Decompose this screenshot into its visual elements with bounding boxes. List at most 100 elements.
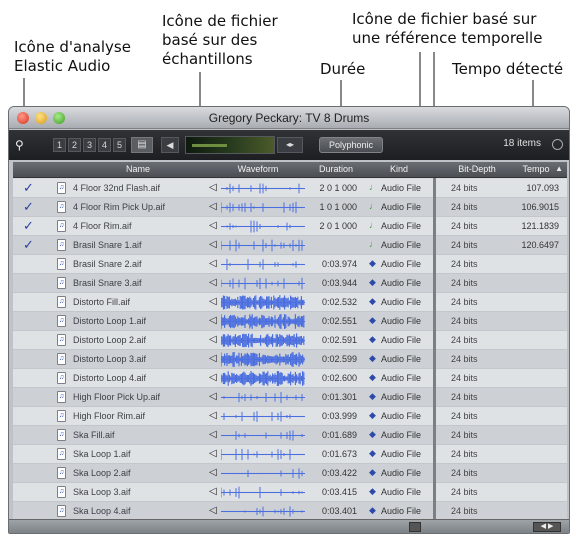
detected-tempo: 107.093 bbox=[526, 183, 559, 193]
speaker-icon[interactable]: ◁ bbox=[209, 410, 219, 422]
speaker-icon[interactable]: ◁ bbox=[209, 505, 219, 517]
speaker-icon[interactable]: ◁ bbox=[209, 391, 219, 403]
detected-tempo bbox=[513, 392, 559, 404]
speaker-icon[interactable]: ◁ bbox=[209, 372, 219, 384]
waveform-svg bbox=[221, 183, 305, 194]
table-row[interactable]: ♫ Distorto Loop 1.aif ◁ 0:02.551 ◆ Audio File… bbox=[13, 312, 567, 331]
file-icon: ♫ bbox=[57, 220, 66, 232]
speaker-icon[interactable]: ◁ bbox=[209, 467, 219, 479]
audition-volume-button[interactable]: ◂▸ bbox=[277, 137, 303, 153]
sample-based-file-icon: ◆ bbox=[369, 296, 376, 306]
duration: 0:02.551 bbox=[321, 316, 357, 326]
speaker-icon[interactable]: ◁ bbox=[209, 486, 219, 498]
speaker-icon[interactable]: ◁ bbox=[209, 315, 219, 327]
table-row[interactable]: ♫ High Floor Rim.aif ◁ 0:03.999 ◆ Audio File 2… bbox=[13, 407, 567, 426]
table-rows: ✓ ♫ 4 Floor 32nd Flash.aif ◁ 2 0 1 000 ♩ Audio… bbox=[13, 179, 567, 520]
table-row[interactable]: ♫ Distorto Loop 3.aif ◁ 0:02.599 ◆ Audio File… bbox=[13, 350, 567, 369]
table-row[interactable]: ✓ ♫ 4 Floor Rim.aif ◁ 2 0 1 000 ♩ Audio File 24… bbox=[13, 217, 567, 236]
speaker-icon[interactable]: ◁ bbox=[209, 296, 219, 308]
kind: Audio File bbox=[381, 335, 422, 345]
waveform bbox=[221, 314, 305, 329]
sort-arrow-icon[interactable]: ▲ bbox=[555, 164, 563, 173]
duration: 1 0 1 000 bbox=[319, 202, 357, 212]
duration: 0:01.301 bbox=[321, 392, 357, 402]
detected-tempo bbox=[513, 373, 559, 385]
table-row[interactable]: ♫ Ska Loop 3.aif ◁ 0:03.415 ◆ Audio File 24 bi… bbox=[13, 483, 567, 502]
file-name: Ska Loop 4.aif bbox=[73, 506, 131, 516]
file-icon: ♫ bbox=[57, 334, 66, 346]
waveform-svg bbox=[221, 371, 305, 386]
file-icon: ♫ bbox=[57, 391, 66, 403]
kind: Audio File bbox=[381, 297, 422, 307]
audition-prev-button[interactable]: ◀ bbox=[161, 137, 179, 153]
file-name: 4 Floor Rim.aif bbox=[73, 221, 132, 231]
detected-tempo bbox=[513, 297, 559, 309]
preset-button[interactable]: 3 bbox=[83, 138, 96, 152]
tick-based-file-icon: ♩ bbox=[369, 201, 378, 211]
speaker-icon[interactable]: ◁ bbox=[209, 201, 219, 213]
elastic-analysis-check-icon bbox=[23, 503, 35, 515]
table-row[interactable]: ♫ Distorto Loop 2.aif ◁ 0:02.591 ◆ Audio File… bbox=[13, 331, 567, 350]
file-icon: ♫ bbox=[57, 505, 66, 517]
table-row[interactable]: ✓ ♫ 4 Floor 32nd Flash.aif ◁ 2 0 1 000 ♩ Audio… bbox=[13, 179, 567, 198]
speaker-icon[interactable]: ◁ bbox=[209, 239, 219, 251]
speaker-icon[interactable]: ◁ bbox=[209, 258, 219, 270]
table-row[interactable]: ♫ Brasil Snare 3.aif ◁ 0:03.944 ◆ Audio File 2… bbox=[13, 274, 567, 293]
kind: Audio File bbox=[381, 449, 422, 459]
table-row[interactable]: ✓ ♫ Brasil Snare 1.aif ◁ ♩ Audio File 24 bits 1… bbox=[13, 236, 567, 255]
folder-icon[interactable]: ▤ bbox=[131, 137, 153, 153]
preset-button[interactable]: 5 bbox=[113, 138, 126, 152]
detected-tempo bbox=[513, 278, 559, 290]
speaker-icon[interactable]: ◁ bbox=[209, 334, 219, 346]
waveform-svg bbox=[221, 352, 305, 367]
duration: 0:03.422 bbox=[321, 468, 357, 478]
preset-button[interactable]: 4 bbox=[98, 138, 111, 152]
magnifier-icon[interactable]: ⚲ bbox=[15, 138, 29, 152]
file-name: High Floor Pick Up.aif bbox=[73, 392, 161, 402]
kind: Audio File bbox=[381, 392, 422, 402]
file-icon: ♫ bbox=[57, 448, 66, 460]
table-row[interactable]: ♫ Distorto Fill.aif ◁ 0:02.532 ◆ Audio File 24… bbox=[13, 293, 567, 312]
kind: Audio File bbox=[381, 278, 422, 288]
table-row[interactable]: ✓ ♫ 4 Floor Rim Pick Up.aif ◁ 1 0 1 000 ♩ Audi… bbox=[13, 198, 567, 217]
file-name: 4 Floor 32nd Flash.aif bbox=[73, 183, 161, 193]
waveform bbox=[221, 428, 305, 443]
scroll-grip[interactable] bbox=[409, 522, 421, 532]
speaker-icon[interactable]: ◁ bbox=[209, 182, 219, 194]
file-icon: ♫ bbox=[57, 315, 66, 327]
speaker-icon[interactable]: ◁ bbox=[209, 448, 219, 460]
table-row[interactable]: ♫ Ska Loop 2.aif ◁ 0:03.422 ◆ Audio File 24 bi… bbox=[13, 464, 567, 483]
scroll-arrows[interactable]: ◀ ▶ bbox=[533, 522, 561, 532]
column-header-kind[interactable]: Kind bbox=[369, 164, 429, 174]
duration: 0:03.974 bbox=[321, 259, 357, 269]
table-row[interactable]: ♫ Ska Fill.aif ◁ 0:01.689 ◆ Audio File 24 bits bbox=[13, 426, 567, 445]
speaker-icon[interactable]: ◁ bbox=[209, 429, 219, 441]
elastic-analysis-check-icon: ✓ bbox=[23, 218, 34, 230]
preset-button[interactable]: 1 bbox=[53, 138, 66, 152]
bit-depth: 24 bits bbox=[451, 259, 478, 269]
file-name: Distorto Loop 1.aif bbox=[73, 316, 147, 326]
table-row[interactable]: ♫ High Floor Pick Up.aif ◁ 0:01.301 ◆ Audio F… bbox=[13, 388, 567, 407]
column-header-bit-depth[interactable]: Bit-Depth bbox=[445, 164, 509, 174]
speaker-icon[interactable]: ◁ bbox=[209, 220, 219, 232]
speaker-icon[interactable]: ◁ bbox=[209, 353, 219, 365]
column-header-waveform[interactable]: Waveform bbox=[213, 164, 303, 174]
menu-circle-icon[interactable] bbox=[552, 139, 563, 150]
preset-button[interactable]: 2 bbox=[68, 138, 81, 152]
kind: Audio File bbox=[381, 468, 422, 478]
table-row[interactable]: ♫ Distorto Loop 4.aif ◁ 0:02.600 ◆ Audio File… bbox=[13, 369, 567, 388]
table-row[interactable]: ♫ Brasil Snare 2.aif ◁ 0:03.974 ◆ Audio File 2… bbox=[13, 255, 567, 274]
title-bar[interactable]: Gregory Peckary: TV 8 Drums bbox=[9, 107, 569, 129]
column-header-tempo[interactable]: Tempo bbox=[513, 164, 559, 174]
elastic-analysis-check-icon bbox=[23, 332, 35, 344]
column-header-name[interactable]: Name bbox=[73, 164, 203, 174]
detected-tempo bbox=[513, 316, 559, 328]
preview-mode-button[interactable]: Polyphonic bbox=[319, 137, 383, 153]
table-row[interactable]: ♫ Ska Loop 4.aif ◁ 0:03.401 ◆ Audio File 24 bi… bbox=[13, 502, 567, 520]
kind: Audio File bbox=[381, 240, 422, 250]
speaker-icon[interactable]: ◁ bbox=[209, 277, 219, 289]
column-header-duration[interactable]: Duration bbox=[309, 164, 363, 174]
column-separator[interactable] bbox=[433, 178, 436, 520]
table-row[interactable]: ♫ Ska Loop 1.aif ◁ 0:01.673 ◆ Audio File 24 bi… bbox=[13, 445, 567, 464]
file-name: Ska Fill.aif bbox=[73, 430, 115, 440]
